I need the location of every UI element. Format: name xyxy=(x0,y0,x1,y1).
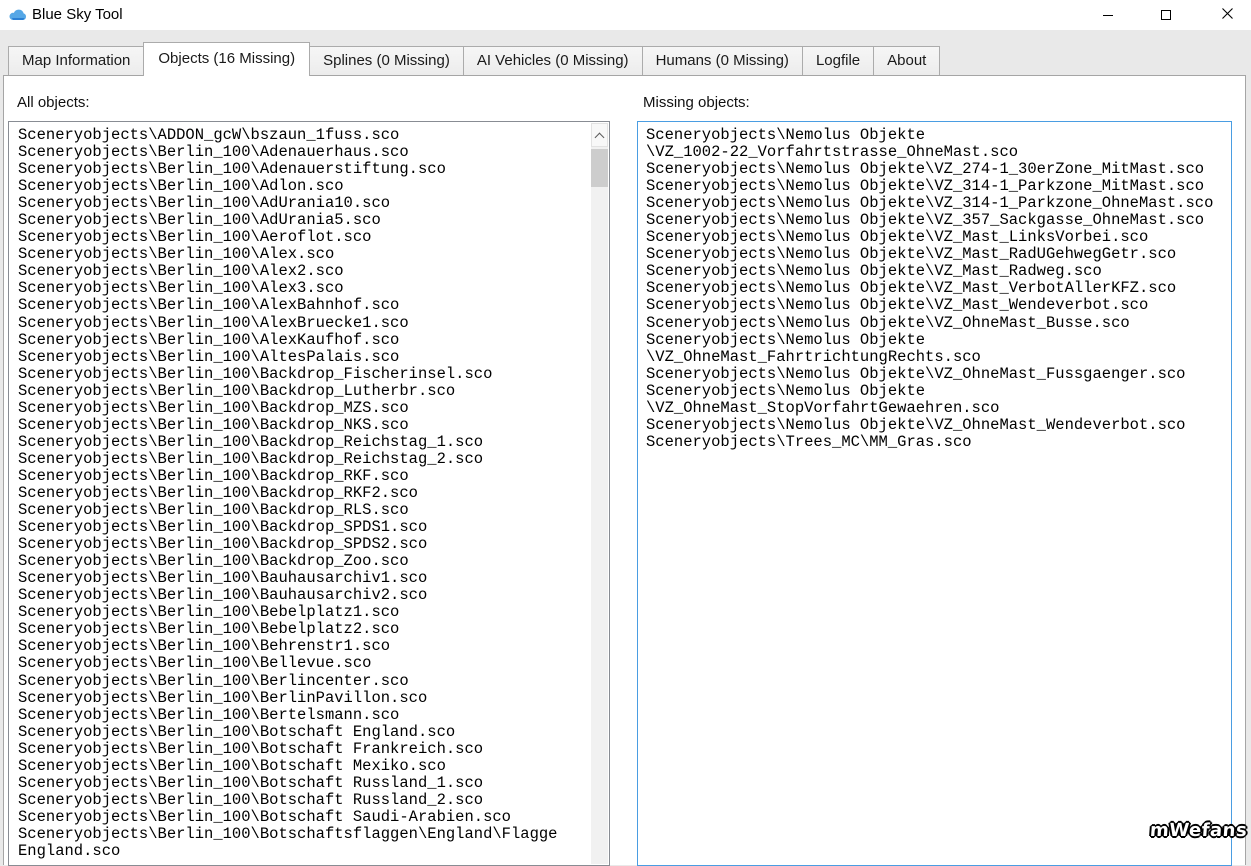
missing-objects-listbox[interactable]: Sceneryobjects\Nemolus Objekte \VZ_1002-2… xyxy=(637,121,1232,866)
tab-label: Map Information xyxy=(22,52,131,69)
minimize-button[interactable] xyxy=(1085,0,1131,30)
list-item[interactable]: Sceneryobjects\Berlin_100\Botschaft Saud… xyxy=(18,808,591,826)
tab-map-information[interactable]: Map Information xyxy=(8,46,145,75)
tab-logfile[interactable]: Logfile xyxy=(801,46,875,75)
tab-ai-vehicles[interactable]: AI Vehicles (0 Missing) xyxy=(462,46,643,75)
cloud-icon xyxy=(9,8,27,21)
list-item[interactable]: Sceneryobjects\Trees_MC\MM_Gras.sco xyxy=(646,433,1230,451)
missing-objects-list: Sceneryobjects\Nemolus Objekte \VZ_1002-2… xyxy=(639,123,1230,864)
list-item[interactable]: Sceneryobjects\Berlin_100\AlexBruecke1.s… xyxy=(18,314,591,332)
list-item[interactable]: Sceneryobjects\Nemolus Objekte\VZ_Mast_L… xyxy=(646,229,1230,246)
list-item[interactable]: \VZ_OhneMast_StopVorfahrtGewaehren.sco xyxy=(646,399,1230,417)
list-item[interactable]: Sceneryobjects\Berlin_100\Backdrop_SPDS2… xyxy=(18,536,591,553)
list-item[interactable]: Sceneryobjects\Berlin_100\Bauhausarchiv2… xyxy=(18,587,591,604)
chevron-up-icon xyxy=(594,132,605,143)
tab-label: Humans (0 Missing) xyxy=(655,52,789,69)
list-item[interactable]: Sceneryobjects\Nemolus Objekte\VZ_Mast_V… xyxy=(646,280,1230,297)
vertical-scrollbar[interactable] xyxy=(591,123,608,864)
list-item[interactable]: Sceneryobjects\Nemolus Objekte\VZ_Mast_W… xyxy=(646,297,1230,314)
tab-about[interactable]: About xyxy=(873,46,941,75)
list-item[interactable]: Sceneryobjects\Berlin_100\Backdrop_Reich… xyxy=(18,433,591,451)
tab-label: Splines (0 Missing) xyxy=(323,52,450,69)
list-item[interactable]: Sceneryobjects\Berlin_100\Adlon.sco xyxy=(18,178,591,195)
minimize-icon xyxy=(1103,14,1113,16)
list-item[interactable]: Sceneryobjects\Berlin_100\AlexBahnhof.sc… xyxy=(18,297,591,314)
list-item[interactable]: Sceneryobjects\Nemolus Objekte xyxy=(646,382,1230,400)
window-title: Blue Sky Tool xyxy=(32,6,123,23)
list-item[interactable]: Sceneryobjects\Berlin_100\Backdrop_Reich… xyxy=(18,450,591,468)
list-item[interactable]: Sceneryobjects\Berlin_100\AdUrania10.sco xyxy=(18,195,591,212)
list-item[interactable]: Sceneryobjects\Nemolus Objekte xyxy=(646,126,1230,144)
tab-splines[interactable]: Splines (0 Missing) xyxy=(309,46,464,75)
list-item[interactable]: \VZ_1002-22_Vorfahrtstrasse_OhneMast.sco xyxy=(646,143,1230,161)
list-item[interactable]: Sceneryobjects\Berlin_100\Backdrop_NKS.s… xyxy=(18,416,591,434)
list-item[interactable]: Sceneryobjects\Nemolus Objekte\VZ_OhneMa… xyxy=(646,314,1230,332)
list-item[interactable]: Sceneryobjects\Berlin_100\Berlincenter.s… xyxy=(18,672,591,690)
list-item[interactable]: Sceneryobjects\Berlin_100\Botschaft Fran… xyxy=(18,740,591,758)
scroll-up-button[interactable] xyxy=(591,123,608,147)
list-item[interactable]: Sceneryobjects\Berlin_100\Backdrop_RLS.s… xyxy=(18,501,591,519)
list-item[interactable]: Sceneryobjects\Nemolus Objekte\VZ_274-1_… xyxy=(646,161,1230,178)
tab-label: Logfile xyxy=(815,52,861,69)
close-button[interactable] xyxy=(1204,0,1250,30)
list-item[interactable]: Sceneryobjects\Berlin_100\Botschaft Russ… xyxy=(18,791,591,809)
list-item[interactable]: \VZ_OhneMast_FahrtrichtungRechts.sco xyxy=(646,348,1230,366)
list-item[interactable]: Sceneryobjects\Berlin_100\Bellevue.sco xyxy=(18,655,591,672)
list-item[interactable]: Sceneryobjects\Berlin_100\Backdrop_MZS.s… xyxy=(18,399,591,417)
list-item[interactable]: Sceneryobjects\Berlin_100\Behrenstr1.sco xyxy=(18,638,591,655)
list-item[interactable]: Sceneryobjects\Berlin_100\Backdrop_Zoo.s… xyxy=(18,553,591,570)
list-item[interactable]: England.sco xyxy=(18,842,591,860)
tab-humans[interactable]: Humans (0 Missing) xyxy=(641,46,803,75)
all-objects-list: Sceneryobjects\ADDON_gcW\bszaun_1fuss.sc… xyxy=(10,123,591,864)
list-item[interactable]: Sceneryobjects\Nemolus Objekte\VZ_314-1_… xyxy=(646,178,1230,195)
list-item[interactable]: Sceneryobjects\Nemolus Objekte\VZ_OhneMa… xyxy=(646,365,1230,383)
list-item[interactable]: Sceneryobjects\Berlin_100\Backdrop_SPDS1… xyxy=(18,519,591,536)
list-item[interactable]: Sceneryobjects\Nemolus Objekte\VZ_Mast_R… xyxy=(646,263,1230,280)
scrollbar-thumb[interactable] xyxy=(591,149,608,187)
list-item[interactable]: Sceneryobjects\ADDON_gcW\bszaun_1fuss.sc… xyxy=(18,126,591,144)
list-item[interactable]: Sceneryobjects\Nemolus Objekte\VZ_357_Sa… xyxy=(646,212,1230,229)
all-objects-label: All objects: xyxy=(17,94,90,111)
close-icon xyxy=(1221,6,1233,24)
list-item[interactable]: Sceneryobjects\Berlin_100\Bauhausarchiv1… xyxy=(18,570,591,587)
list-item[interactable]: Sceneryobjects\Berlin_100\Bebelplatz1.sc… xyxy=(18,604,591,621)
list-item[interactable]: Sceneryobjects\Berlin_100\Backdrop_RKF.s… xyxy=(18,467,591,485)
list-item[interactable]: Sceneryobjects\Berlin_100\Botschaft Russ… xyxy=(18,774,591,792)
list-item[interactable]: Sceneryobjects\Berlin_100\Adenauerhaus.s… xyxy=(18,143,591,161)
list-item[interactable]: Sceneryobjects\Nemolus Objekte\VZ_OhneMa… xyxy=(646,416,1230,434)
list-item[interactable]: Sceneryobjects\Berlin_100\Backdrop_Luthe… xyxy=(18,382,591,400)
all-objects-listbox[interactable]: Sceneryobjects\ADDON_gcW\bszaun_1fuss.sc… xyxy=(8,121,610,866)
list-item[interactable]: Sceneryobjects\Nemolus Objekte xyxy=(646,331,1230,349)
list-item[interactable]: Sceneryobjects\Berlin_100\Bebelplatz2.sc… xyxy=(18,621,591,638)
list-item[interactable]: Sceneryobjects\Berlin_100\AltesPalais.sc… xyxy=(18,348,591,366)
tab-objects[interactable]: Objects (16 Missing) xyxy=(143,42,311,76)
list-item[interactable]: Sceneryobjects\Berlin_100\Backdrop_RKF2.… xyxy=(18,484,591,502)
tab-label: About xyxy=(887,52,927,69)
list-item[interactable]: Sceneryobjects\Berlin_100\Alex2.sco xyxy=(18,263,591,280)
list-item[interactable]: Sceneryobjects\Berlin_100\Adenauerstiftu… xyxy=(18,161,591,178)
list-item[interactable]: Sceneryobjects\Berlin_100\Botschaft Mexi… xyxy=(18,757,591,775)
tab-label: AI Vehicles (0 Missing) xyxy=(476,52,629,69)
list-item[interactable]: Sceneryobjects\Berlin_100\Alex.sco xyxy=(18,246,591,263)
list-item[interactable]: Sceneryobjects\Berlin_100\Backdrop_Fisch… xyxy=(18,365,591,383)
list-item[interactable]: Sceneryobjects\Berlin_100\Botschaft Engl… xyxy=(18,723,591,741)
list-item[interactable]: Sceneryobjects\Berlin_100\Bertelsmann.sc… xyxy=(18,706,591,724)
missing-objects-label: Missing objects: xyxy=(643,94,750,111)
list-item[interactable]: Sceneryobjects\Berlin_100\AlexKaufhof.sc… xyxy=(18,331,591,349)
tab-label: Objects (16 Missing) xyxy=(158,50,296,67)
list-item[interactable]: Sceneryobjects\Nemolus Objekte\VZ_314-1_… xyxy=(646,195,1230,212)
list-item[interactable]: Sceneryobjects\Berlin_100\BerlinPavillon… xyxy=(18,689,591,707)
watermark: mWefans xyxy=(1149,820,1248,841)
list-item[interactable]: Sceneryobjects\Nemolus Objekte\VZ_Mast_R… xyxy=(646,246,1230,263)
list-item[interactable]: Sceneryobjects\Berlin_100\AdUrania5.sco xyxy=(18,212,591,229)
list-item[interactable]: Sceneryobjects\Berlin_100\Alex3.sco xyxy=(18,280,591,297)
tab-strip: Map Information Objects (16 Missing) Spl… xyxy=(8,30,941,76)
maximize-icon xyxy=(1161,10,1171,20)
maximize-button[interactable] xyxy=(1143,0,1189,30)
title-bar: Blue Sky Tool xyxy=(0,0,1251,30)
list-item[interactable]: Sceneryobjects\Berlin_100\Botschaftsflag… xyxy=(18,825,591,843)
list-item[interactable]: Sceneryobjects\Berlin_100\Aeroflot.sco xyxy=(18,229,591,246)
